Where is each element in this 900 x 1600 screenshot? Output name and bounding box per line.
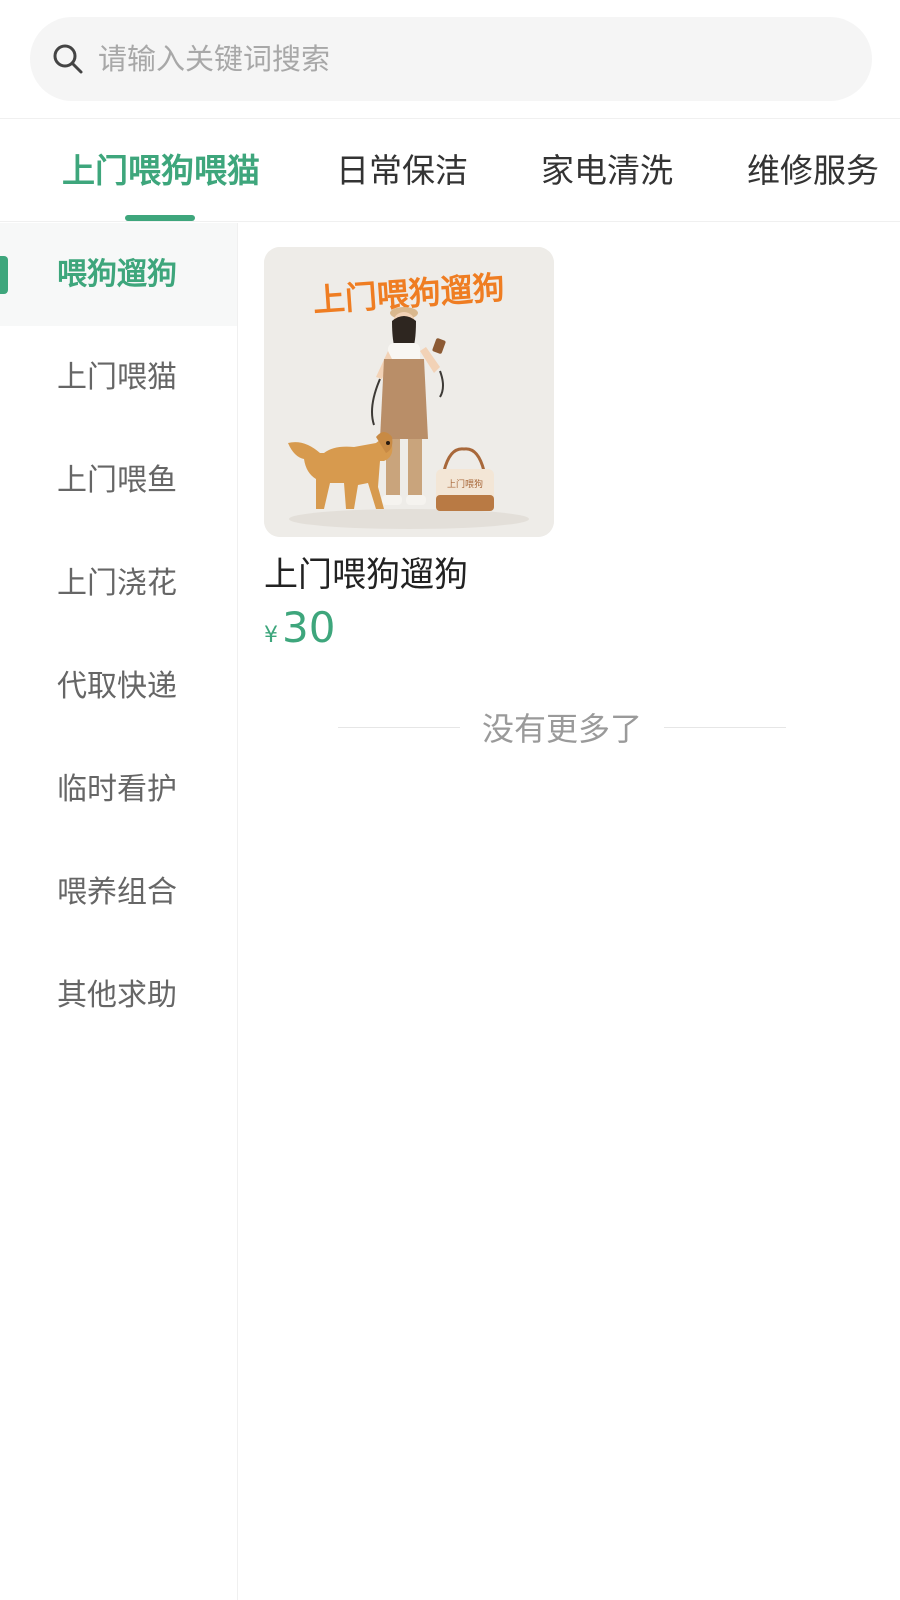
sidebar-item-label: 临时看护 xyxy=(57,772,177,807)
product-card[interactable]: 上门喂狗遛狗 上门喂狗 上门喂狗遛狗 ¥30 xyxy=(264,247,554,652)
product-image[interactable]: 上门喂狗遛狗 上门喂狗 xyxy=(264,247,554,537)
currency-symbol: ¥ xyxy=(264,623,278,648)
search-input[interactable] xyxy=(98,29,798,89)
search-icon xyxy=(53,44,83,74)
sidebar-item-label: 上门浇花 xyxy=(57,566,177,601)
divider-line-right xyxy=(664,726,787,728)
tab-pet-feeding[interactable]: 上门喂狗喂猫 xyxy=(62,119,260,221)
sidebar-item-label: 喂狗遛狗 xyxy=(57,257,177,292)
tab-appliance-cleaning[interactable]: 家电清洗 xyxy=(541,119,673,221)
dog-walking-illustration: 上门喂狗遛狗 上门喂狗 xyxy=(264,247,554,537)
sidebar-item-label: 其他求助 xyxy=(57,978,177,1013)
product-price: ¥30 xyxy=(264,603,554,652)
category-tab-bar: 上门喂狗喂猫 日常保洁 家电清洗 维修服务 xyxy=(0,118,900,222)
price-value: 30 xyxy=(282,603,336,652)
active-tab-indicator xyxy=(125,215,195,221)
search-box[interactable] xyxy=(30,17,872,101)
sidebar-item-label: 上门喂猫 xyxy=(57,360,177,395)
sidebar-item-fish-feeding[interactable]: 上门喂鱼 xyxy=(0,429,237,532)
sidebar-item-temporary-care[interactable]: 临时看护 xyxy=(0,738,237,841)
tab-daily-cleaning[interactable]: 日常保洁 xyxy=(336,119,468,221)
product-title: 上门喂狗遛狗 xyxy=(264,555,468,595)
divider-line-left xyxy=(338,726,460,728)
sidebar-item-label: 上门喂鱼 xyxy=(57,463,177,498)
search-bar xyxy=(0,0,900,118)
subcategory-sidebar: 喂狗遛狗 上门喂猫 上门喂鱼 上门浇花 代取快递 临时看护 喂养组合 其他求助 xyxy=(0,223,238,1600)
end-of-list-divider: 没有更多了 xyxy=(338,703,787,751)
sidebar-item-label: 代取快递 xyxy=(57,669,177,704)
sidebar-item-dog-walking[interactable]: 喂狗遛狗 xyxy=(0,223,237,326)
bag-logo: 上门喂狗 xyxy=(447,478,483,490)
sidebar-item-label: 喂养组合 xyxy=(57,875,177,910)
sidebar-item-other-help[interactable]: 其他求助 xyxy=(0,944,237,1047)
sidebar-item-plant-watering[interactable]: 上门浇花 xyxy=(0,532,237,635)
sidebar-item-parcel-pickup[interactable]: 代取快递 xyxy=(0,635,237,738)
no-more-text: 没有更多了 xyxy=(482,710,643,748)
product-list: 上门喂狗遛狗 上门喂狗 上门喂狗遛狗 ¥30 没有更多了 xyxy=(238,223,900,1600)
tab-repair-service[interactable]: 维修服务 xyxy=(747,119,879,221)
sidebar-item-feeding-bundle[interactable]: 喂养组合 xyxy=(0,841,237,944)
active-sidebar-indicator xyxy=(0,256,8,294)
sidebar-item-cat-feeding[interactable]: 上门喂猫 xyxy=(0,326,237,429)
